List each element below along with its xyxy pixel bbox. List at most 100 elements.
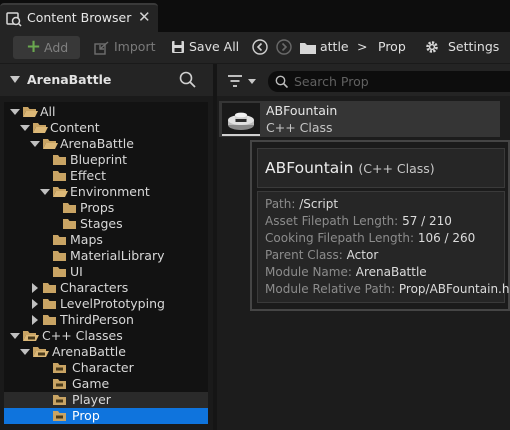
asset-thumbnail — [222, 103, 260, 135]
tree-item-player[interactable]: Player — [4, 392, 208, 408]
tooltip-value: ArenaBattle — [355, 265, 427, 279]
sources-panel: ArenaBattle All Content ArenaBattle Blue… — [0, 64, 213, 430]
tree-item-label: LevelPrototyping — [60, 296, 165, 311]
folder-icon — [52, 250, 67, 265]
tree-item-label: Props — [80, 200, 115, 215]
tooltip-row: Module Name: ArenaBattle — [265, 265, 427, 279]
collapse-arrow-icon[interactable] — [10, 76, 20, 83]
tree-item-label: Content — [50, 120, 100, 135]
tooltip-row: Asset Filepath Length: 57 / 210 — [265, 214, 452, 228]
asset-tile-abfountain[interactable]: ABFountain C++ Class — [219, 101, 500, 137]
tree-item-materiallibrary[interactable]: MaterialLibrary — [4, 248, 208, 264]
tree-item-blueprint[interactable]: Blueprint — [4, 152, 208, 168]
asset-name: ABFountain — [266, 103, 338, 118]
tree-item-content[interactable]: Content — [4, 120, 208, 136]
tooltip-body: Path: /Script Asset Filepath Length: 57 … — [257, 191, 509, 303]
back-arrow-icon[interactable] — [252, 39, 268, 58]
search-input[interactable] — [294, 73, 504, 89]
tree-item-prop[interactable]: Prop — [4, 408, 208, 424]
tab-bar: Content Browser ✕ — [0, 0, 510, 32]
settings-button[interactable]: Settings — [448, 39, 499, 54]
tree-item-label: C++ Classes — [42, 328, 123, 343]
tree-item-label: Game — [72, 376, 110, 391]
tree-item-label: UI — [70, 264, 83, 279]
tree-item-arenabattle[interactable]: ArenaBattle — [4, 136, 208, 152]
folder-icon — [42, 314, 57, 329]
tree-item-cpp-classes[interactable]: C++ Classes — [4, 328, 208, 344]
forward-arrow-icon[interactable] — [276, 39, 292, 58]
tree-item-effect[interactable]: Effect — [4, 168, 208, 184]
tree-item-levelprototyping[interactable]: LevelPrototyping — [4, 296, 208, 312]
tooltip-value: 57 / 210 — [402, 214, 452, 228]
folder-icon — [62, 202, 77, 217]
tree-item-characters[interactable]: Characters — [4, 280, 208, 296]
filter-bar — [217, 64, 510, 96]
breadcrumb-prop[interactable]: Prop — [378, 39, 406, 54]
search-icon — [275, 75, 289, 91]
tooltip-value: /Script — [299, 197, 339, 211]
tooltip-header: ABFountain (C++ Class) — [257, 148, 505, 188]
add-button-label: Add — [44, 40, 69, 55]
tooltip-title: ABFountain (C++ Class) — [265, 159, 435, 177]
tree-item-game[interactable]: Game — [4, 376, 208, 392]
tree-item-label: Blueprint — [70, 152, 128, 167]
toolbar: + Add Import Save All attle > Prop Setti… — [0, 32, 510, 64]
cpp-folder-icon — [52, 362, 68, 377]
tab-content-browser[interactable]: Content Browser ✕ — [0, 3, 158, 32]
tree-item-label: ArenaBattle — [60, 136, 134, 151]
tree-item-label: All — [40, 104, 56, 119]
tree-item-label: ArenaBattle — [52, 344, 126, 359]
folder-icon — [62, 218, 77, 233]
breadcrumb-arenabattle[interactable]: attle — [320, 39, 349, 54]
asset-type: C++ Class — [266, 120, 333, 135]
plus-icon: + — [26, 36, 42, 57]
cpp-folder-icon — [22, 330, 40, 345]
tooltip-key: Asset Filepath Length: — [265, 214, 399, 228]
tooltip-value: Prop/ABFountain.h — [398, 282, 510, 296]
tree-item-thirdperson[interactable]: ThirdPerson — [4, 312, 208, 328]
asset-tooltip: ABFountain (C++ Class) Path: /Script Ass… — [250, 140, 510, 311]
tree-item-all[interactable]: All — [4, 104, 208, 120]
breadcrumb-separator[interactable]: > — [357, 39, 367, 54]
folder-open-icon — [32, 122, 48, 137]
chevron-down-icon[interactable] — [248, 79, 256, 84]
tree-item-ui[interactable]: UI — [4, 264, 208, 280]
tree-item-props[interactable]: Props — [4, 200, 208, 216]
add-button[interactable]: + Add — [13, 36, 80, 59]
tooltip-row: Cooking Filepath Length: 106 / 260 — [265, 231, 475, 245]
cpp-folder-icon — [52, 394, 68, 409]
tree-item-label: Character — [72, 360, 134, 375]
tooltip-key: Module Name: — [265, 265, 352, 279]
tree-item-character[interactable]: Character — [4, 360, 208, 376]
filter-icon[interactable] — [227, 74, 243, 91]
tooltip-value: 106 / 260 — [417, 231, 476, 245]
tab-title: Content Browser — [27, 10, 132, 25]
tree-item-label: ThirdPerson — [60, 312, 134, 327]
tree-item-label: Maps — [70, 232, 103, 247]
close-icon[interactable]: ✕ — [138, 8, 151, 26]
cpp-folder-icon — [52, 378, 68, 393]
tooltip-key: Cooking Filepath Length: — [265, 231, 414, 245]
tree-item-label: Environment — [70, 184, 150, 199]
sources-header[interactable]: ArenaBattle — [0, 64, 213, 96]
tree-item-cpp-arenabattle[interactable]: ArenaBattle — [4, 344, 208, 360]
tree-item-stages[interactable]: Stages — [4, 216, 208, 232]
content-browser-icon — [6, 11, 22, 30]
tree-item-maps[interactable]: Maps — [4, 232, 208, 248]
save-icon — [171, 40, 185, 57]
tooltip-key: Parent Class: — [265, 248, 343, 262]
folder-icon — [52, 266, 67, 281]
search-field[interactable] — [268, 71, 510, 92]
folder-open-icon — [52, 186, 68, 201]
tooltip-row: Path: /Script — [265, 197, 338, 211]
folder-tree: All Content ArenaBattle Blueprint Effect — [4, 102, 208, 424]
tree-item-label: Prop — [72, 408, 100, 423]
save-all-button[interactable]: Save All — [189, 39, 239, 54]
tree-item-environment[interactable]: Environment — [4, 184, 208, 200]
import-button[interactable]: Import — [114, 39, 156, 54]
folder-open-icon — [22, 106, 38, 121]
search-icon[interactable] — [179, 71, 196, 91]
tree-item-label: Stages — [80, 216, 123, 231]
tree-item-label: MaterialLibrary — [70, 248, 165, 263]
cpp-class-icon — [228, 112, 254, 130]
